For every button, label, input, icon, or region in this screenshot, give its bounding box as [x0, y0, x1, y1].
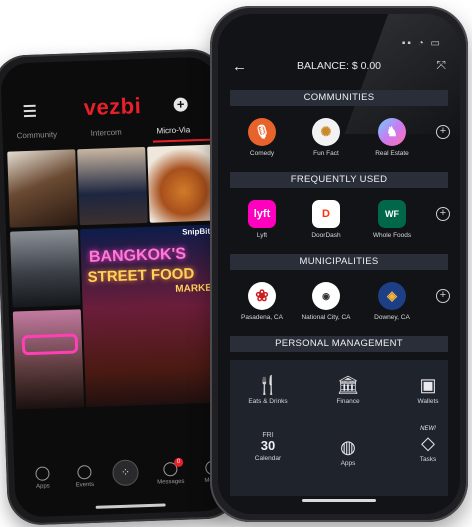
- pm-eats-drinks-label: Eats & Drinks: [248, 398, 288, 405]
- tab-intercom[interactable]: Intercom: [90, 128, 121, 138]
- app-whole-foods[interactable]: WF Whole Foods: [362, 200, 422, 239]
- home-indicator: [302, 499, 376, 502]
- pm-finance[interactable]: 🏛 Finance: [318, 374, 378, 405]
- grid-tile-selfie[interactable]: [12, 309, 85, 410]
- app-pasadena-label: Pasadena, CA: [241, 314, 283, 321]
- vezbi-logo: vezbi: [83, 93, 142, 121]
- snipbit-overlay: SnipBit: [181, 226, 211, 237]
- rose-icon: ❀: [248, 282, 276, 310]
- downey-seal-icon: ◈: [378, 282, 406, 310]
- layers-icon: ◇: [421, 433, 435, 453]
- status-bar-icons: ▪▪ ◔ ▭: [401, 38, 442, 49]
- communities-row: 🎙 Comedy ✺ Fun Fact ♞ Real Estate +: [218, 118, 460, 162]
- app-comedy-label: Comedy: [249, 150, 275, 157]
- app-lyft-label: Lyft: [256, 232, 268, 239]
- pm-tasks[interactable]: NEW! ◇ Tasks: [398, 426, 458, 463]
- personal-management-panel: 🍴 Eats & Drinks 🏛 Finance ▣ Wallets FRI …: [230, 360, 448, 496]
- app-whole-foods-label: Whole Foods: [372, 232, 412, 239]
- frequently-used-row: lyft Lyft D DoorDash WF Whole Foods +: [218, 200, 460, 244]
- nav-events[interactable]: Events: [66, 464, 103, 489]
- app-real-estate-label: Real Estate: [375, 150, 409, 157]
- app-doordash-label: DoorDash: [311, 232, 341, 239]
- grid-tile-street-food[interactable]: BANGKOK'S STREET FOOD MARKET SnipBit: [79, 224, 227, 408]
- pm-calendar-label: Calendar: [254, 455, 282, 462]
- pm-apps-label: Apps: [340, 460, 356, 467]
- app-pasadena[interactable]: ❀ Pasadena, CA: [232, 282, 292, 321]
- app-comedy[interactable]: 🎙 Comedy: [232, 118, 292, 157]
- lyft-logo: lyft: [248, 200, 276, 228]
- plus-icon[interactable]: +: [173, 97, 188, 112]
- messages-badge: 0: [174, 457, 184, 468]
- add-municipality-button[interactable]: +: [436, 289, 450, 303]
- balance-label: BALANCE: $ 0.00: [296, 60, 382, 72]
- events-icon: [77, 464, 92, 480]
- add-community-button[interactable]: +: [436, 125, 450, 139]
- apps-icon: [35, 466, 50, 481]
- pm-wallets-label: Wallets: [417, 398, 439, 405]
- section-municipalities: MUNICIPALITIES: [230, 254, 448, 270]
- add-frequent-button[interactable]: +: [436, 207, 450, 221]
- balance-header: ← BALANCE: $ 0.00 ⤧: [218, 54, 460, 80]
- back-phone-screen: vezbi + Community Intercom Micro-Via BAN…: [0, 56, 232, 518]
- street-food-sign-line1: BANGKOK'S: [88, 245, 187, 266]
- doordash-logo: D: [312, 200, 340, 228]
- tab-community[interactable]: Community: [17, 130, 58, 140]
- tab-micro-via[interactable]: Micro-Via: [156, 125, 190, 135]
- nav-messages-label: Messages: [157, 478, 185, 486]
- front-phone: ▪▪ ◔ ▭ ← BALANCE: $ 0.00 ⤧ COMMUNITIES 🎙…: [210, 6, 468, 522]
- app-real-estate[interactable]: ♞ Real Estate: [362, 118, 422, 157]
- front-phone-screen: ▪▪ ◔ ▭ ← BALANCE: $ 0.00 ⤧ COMMUNITIES 🎙…: [218, 14, 460, 514]
- app-lyft[interactable]: lyft Lyft: [232, 200, 292, 239]
- nav-messages[interactable]: Messages: [152, 461, 189, 486]
- app-downey-label: Downey, CA: [374, 314, 410, 321]
- app-fun-fact[interactable]: ✺ Fun Fact: [296, 118, 356, 157]
- whole-foods-logo: WF: [378, 200, 406, 228]
- grid-tile-dessert[interactable]: [7, 149, 78, 228]
- pm-wallets[interactable]: ▣ Wallets: [398, 374, 458, 405]
- grid-tile-gym[interactable]: [10, 229, 81, 308]
- national-city-seal-icon: ◉: [312, 282, 340, 310]
- back-phone-header: vezbi +: [0, 56, 218, 127]
- pm-finance-label: Finance: [336, 398, 360, 405]
- back-phone: vezbi + Community Intercom Micro-Via BAN…: [0, 48, 241, 526]
- grid-tile-portrait[interactable]: [77, 146, 148, 226]
- bank-icon: 🏛: [336, 375, 360, 395]
- grid-tile-food[interactable]: [147, 144, 220, 223]
- wallet-icon: ▣: [419, 375, 437, 395]
- fork-knife-icon: 🍴: [256, 375, 280, 395]
- media-grid: BANGKOK'S STREET FOOD MARKET SnipBit: [7, 144, 231, 507]
- app-fun-fact-label: Fun Fact: [313, 150, 339, 157]
- bottom-nav: Apps Events ⁘ Messages 0 Merch: [14, 457, 231, 504]
- home-grid-button[interactable]: ⁘: [112, 459, 139, 487]
- nav-apps[interactable]: Apps: [24, 466, 61, 490]
- section-frequently-used: FREQUENTLY USED: [230, 172, 448, 188]
- section-communities: COMMUNITIES: [230, 90, 448, 106]
- nav-apps-label: Apps: [35, 483, 50, 490]
- globe-icon: ◍: [340, 437, 356, 457]
- messages-badge-count: 0: [176, 458, 181, 465]
- sunglasses-overlay: [21, 333, 79, 356]
- microphone-icon: 🎙: [248, 118, 276, 146]
- app-downey[interactable]: ◈ Downey, CA: [362, 282, 422, 321]
- pm-calendar[interactable]: FRI 30 Calendar: [238, 432, 298, 462]
- unicorn-icon: ♞: [378, 118, 406, 146]
- pm-apps[interactable]: ◍ Apps: [318, 436, 378, 467]
- app-doordash[interactable]: D DoorDash: [296, 200, 356, 239]
- pm-tasks-label: Tasks: [419, 456, 437, 463]
- brain-icon: ✺: [312, 118, 340, 146]
- calendar-date: 30: [260, 438, 276, 453]
- pm-eats-drinks[interactable]: 🍴 Eats & Drinks: [238, 374, 298, 405]
- section-personal-management: PERSONAL MANAGEMENT: [230, 336, 448, 352]
- nav-events-label: Events: [75, 481, 95, 489]
- app-national-city[interactable]: ◉ National City, CA: [296, 282, 356, 321]
- expand-icon[interactable]: ⤧: [436, 58, 446, 73]
- municipalities-row: ❀ Pasadena, CA ◉ National City, CA ◈ Dow…: [218, 282, 460, 326]
- app-national-city-label: National City, CA: [301, 314, 351, 321]
- hamburger-menu-icon[interactable]: [23, 104, 37, 120]
